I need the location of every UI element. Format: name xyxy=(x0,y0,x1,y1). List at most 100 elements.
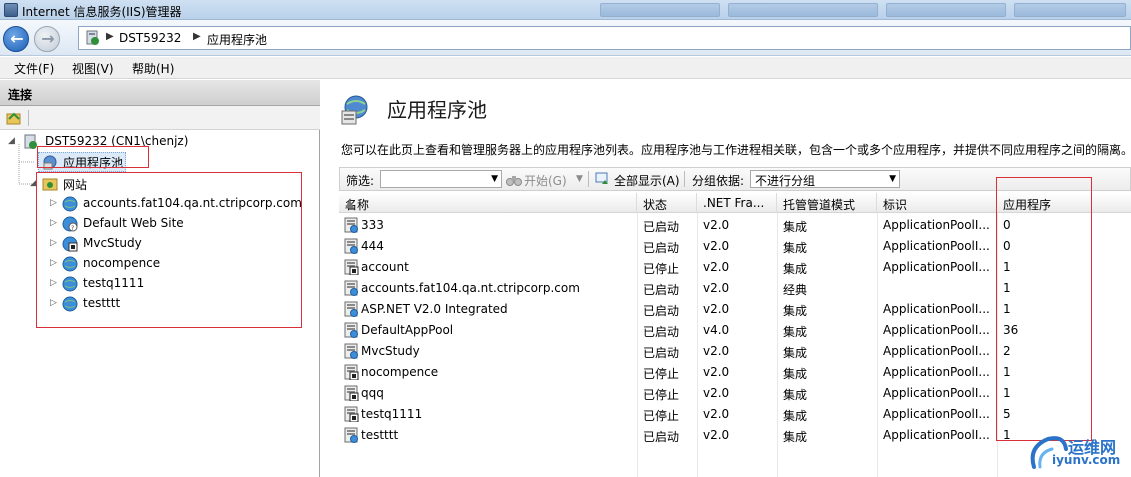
cell-identity: ApplicationPoolI... xyxy=(883,407,990,421)
taskbar-tab[interactable] xyxy=(1014,3,1126,17)
cell-name: ASP.NET V2.0 Integrated xyxy=(361,302,508,316)
taskbar-tab[interactable] xyxy=(728,3,878,17)
app-pool-icon xyxy=(341,95,368,125)
cell-name: account xyxy=(361,260,409,274)
cell-net: v2.0 xyxy=(703,218,730,232)
cell-status: 已停止 xyxy=(643,262,680,276)
page-title: 应用程序池 xyxy=(387,98,487,122)
cell-identity: ApplicationPoolI... xyxy=(883,323,990,337)
cell-mode: 集成 xyxy=(783,430,808,444)
address-bar: ← → ▶ DST59232 ▶ 应用程序池 xyxy=(0,20,1131,56)
cell-status: 已停止 xyxy=(643,367,680,381)
menu-help[interactable]: 帮助(H) xyxy=(132,60,174,77)
cell-status: 已停止 xyxy=(643,388,680,402)
taskbar-tab[interactable] xyxy=(886,3,1006,17)
highlight-box-app-pools xyxy=(37,146,149,168)
connections-toolbar xyxy=(0,106,320,130)
iis-app-icon xyxy=(4,3,18,17)
cell-name: accounts.fat104.qa.nt.ctripcorp.com xyxy=(361,281,580,295)
back-button[interactable]: ← xyxy=(3,26,29,52)
cell-status: 已启动 xyxy=(643,283,680,297)
menu-file[interactable]: 文件(F) xyxy=(14,60,54,77)
cell-net: v2.0 xyxy=(703,302,730,316)
window-title: Internet 信息服务(IIS)管理器 xyxy=(22,5,182,19)
cell-name: MvcStudy xyxy=(361,344,420,358)
cell-name: nocompence xyxy=(361,365,439,379)
cell-mode: 经典 xyxy=(783,283,808,297)
forward-button[interactable]: → xyxy=(34,26,60,52)
cell-mode: 集成 xyxy=(783,367,808,381)
chevron-down-icon: ▼ xyxy=(491,174,498,184)
taskbar-tabs xyxy=(600,3,1131,18)
group-by-select[interactable]: 不进行分组 ▼ xyxy=(750,170,900,188)
cell-net: v2.0 xyxy=(703,239,730,253)
menu-view[interactable]: 视图(V) xyxy=(72,60,114,77)
cell-net: v2.0 xyxy=(703,344,730,358)
pool-running-icon xyxy=(344,301,358,317)
cell-status: 已启动 xyxy=(643,346,680,360)
connections-panel: 连接 ◢ DST59232 (CN1\chenjz) 应用程序池 ◢ 网站 ▷ … xyxy=(0,80,320,477)
column-header-net-framework[interactable]: .NET Fra... xyxy=(697,193,777,213)
cell-name: testttt xyxy=(361,428,399,442)
column-header-status[interactable]: 状态 xyxy=(637,193,697,213)
arrow-left-icon: ← xyxy=(10,29,24,48)
cell-identity: ApplicationPoolI... xyxy=(883,218,990,232)
column-header-identity[interactable]: 标识 xyxy=(877,193,997,213)
pool-running-icon xyxy=(344,322,358,338)
connections-header: 连接 xyxy=(0,80,320,106)
sort-ascending-icon: ▲ xyxy=(345,196,355,210)
cell-mode: 集成 xyxy=(783,346,808,360)
cell-mode: 集成 xyxy=(783,241,808,255)
pool-stopped-icon xyxy=(344,364,359,380)
cell-mode: 集成 xyxy=(783,304,808,318)
cell-status: 已启动 xyxy=(643,325,680,339)
cell-net: v2.0 xyxy=(703,281,730,295)
filter-label: 筛选: xyxy=(346,174,375,188)
cell-identity: ApplicationPoolI... xyxy=(883,260,990,274)
start-button[interactable]: 开始(G) xyxy=(524,172,567,189)
menu-bar: 文件(F) 视图(V) 帮助(H) xyxy=(0,57,1131,79)
cell-net: v2.0 xyxy=(703,386,730,400)
cell-identity: ApplicationPoolI... xyxy=(883,302,990,316)
group-by-label: 分组依据: xyxy=(692,174,745,188)
collapse-icon[interactable]: ◢ xyxy=(8,136,15,146)
cell-name: 333 xyxy=(361,218,384,232)
cell-net: v4.0 xyxy=(703,323,730,337)
cell-status: 已停止 xyxy=(643,409,680,423)
cell-net: v2.0 xyxy=(703,260,730,274)
column-header-name[interactable]: 名称 ▲ xyxy=(339,193,637,213)
add-connection-icon[interactable] xyxy=(6,110,22,126)
column-header-label: 标识 xyxy=(883,198,908,212)
breadcrumb[interactable]: ▶ DST59232 ▶ 应用程序池 xyxy=(78,26,1131,50)
cell-status: 已启动 xyxy=(643,241,680,255)
cell-mode: 集成 xyxy=(783,220,808,234)
pool-running-icon xyxy=(344,238,358,254)
title-bar: Internet 信息服务(IIS)管理器 xyxy=(0,0,1131,20)
toolbar-separator xyxy=(28,110,29,126)
connections-title: 连接 xyxy=(8,88,33,102)
taskbar-tab[interactable] xyxy=(600,3,720,17)
watermark-url: iyunv.com xyxy=(1052,453,1121,467)
cell-net: v2.0 xyxy=(703,365,730,379)
toolbar-separator xyxy=(588,171,589,187)
highlight-box-applications xyxy=(996,177,1092,441)
content-panel: 应用程序池 您可以在此页上查看和管理服务器上的应用程序池列表。应用程序池与工作进… xyxy=(327,80,1131,477)
cell-status: 已启动 xyxy=(643,220,680,234)
crumb-server[interactable]: DST59232 xyxy=(119,31,181,45)
chevron-down-icon[interactable]: ▼ xyxy=(576,174,583,184)
column-header-label: 托管管道模式 xyxy=(783,198,856,212)
column-header-pipeline-mode[interactable]: 托管管道模式 xyxy=(777,193,877,213)
cell-status: 已启动 xyxy=(643,304,680,318)
chevron-down-icon: ▼ xyxy=(889,174,896,184)
toolbar-separator xyxy=(684,171,685,187)
cell-mode: 集成 xyxy=(783,325,808,339)
pool-running-icon xyxy=(344,217,358,233)
crumb-app-pools[interactable]: 应用程序池 xyxy=(207,31,267,48)
cell-mode: 集成 xyxy=(783,262,808,276)
column-header-label: .NET Fra... xyxy=(703,196,765,210)
binoculars-icon xyxy=(506,176,522,186)
filter-input[interactable]: ▼ xyxy=(380,170,502,188)
cell-net: v2.0 xyxy=(703,407,730,421)
show-all-button[interactable]: 全部显示(A) xyxy=(614,172,680,189)
cell-identity: ApplicationPoolI... xyxy=(883,344,990,358)
